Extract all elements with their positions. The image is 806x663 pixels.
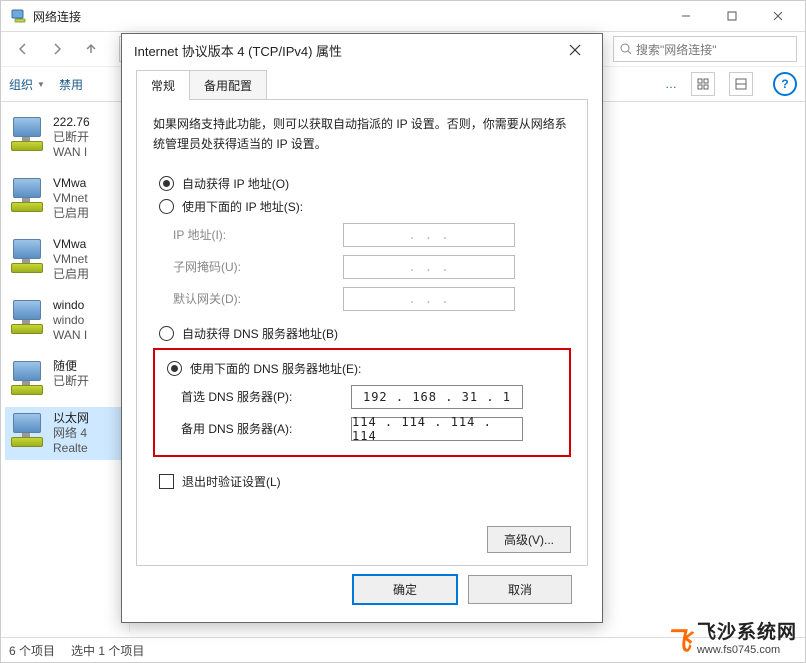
- watermark: 飞 飞沙系统网 www.fs0745.com: [665, 621, 797, 658]
- ok-button[interactable]: 确定: [352, 574, 458, 605]
- maximize-icon: [727, 11, 737, 21]
- close-icon: [773, 11, 783, 21]
- details-icon: [735, 78, 747, 90]
- item-count: 6 个项目: [9, 642, 55, 659]
- search-placeholder: 搜索"网络连接": [636, 41, 717, 58]
- view-button-1[interactable]: [691, 72, 715, 96]
- list-item[interactable]: VMwaVMnet已启用: [5, 172, 125, 225]
- network-connections-window: 网络连接 搜索"网络连接" 组织▼ 禁用 … ? 222.76已断开WAN I …: [0, 0, 806, 663]
- ip-address-label: IP 地址(I):: [173, 226, 333, 243]
- gateway-input: . . .: [343, 287, 515, 311]
- adapter-icon: [7, 115, 47, 151]
- adapter-icon: [7, 176, 47, 212]
- subnet-mask-input: . . .: [343, 255, 515, 279]
- close-button[interactable]: [755, 1, 801, 31]
- dns-fields: 首选 DNS 服务器(P): 192 . 168 . 31 . 1 备用 DNS …: [181, 385, 563, 441]
- overflow-label: …: [665, 77, 677, 91]
- checkbox-icon: [159, 474, 174, 489]
- watermark-logo-icon: 飞: [665, 621, 691, 658]
- tab-alternate[interactable]: 备用配置: [189, 70, 267, 100]
- tab-strip: 常规 备用配置: [136, 70, 588, 100]
- list-item[interactable]: windowindoWAN I: [5, 294, 125, 347]
- search-box[interactable]: 搜索"网络连接": [613, 36, 797, 62]
- forward-button[interactable]: [43, 35, 71, 63]
- arrow-left-icon: [15, 41, 31, 57]
- advanced-button[interactable]: 高级(V)...: [487, 526, 571, 553]
- arrow-up-icon: [83, 41, 99, 57]
- minimize-button[interactable]: [663, 1, 709, 31]
- list-item[interactable]: 222.76已断开WAN I: [5, 111, 125, 164]
- dns-highlight-box: 使用下面的 DNS 服务器地址(E): 首选 DNS 服务器(P): 192 . …: [153, 348, 571, 457]
- up-button[interactable]: [77, 35, 105, 63]
- radio-icon: [167, 361, 182, 376]
- view-icon: [697, 78, 709, 90]
- help-button[interactable]: ?: [773, 72, 797, 96]
- maximize-button[interactable]: [709, 1, 755, 31]
- connection-list: 222.76已断开WAN I VMwaVMnet已启用 VMwaVMnet已启用…: [1, 101, 129, 632]
- preferred-dns-input[interactable]: 192 . 168 . 31 . 1: [351, 385, 523, 409]
- radio-icon: [159, 326, 174, 341]
- gateway-label: 默认网关(D):: [173, 290, 333, 307]
- back-button[interactable]: [9, 35, 37, 63]
- adapter-icon: [7, 298, 47, 334]
- organize-menu[interactable]: 组织▼: [9, 76, 45, 93]
- dialog-close-button[interactable]: [560, 35, 590, 65]
- close-icon: [569, 44, 581, 56]
- radio-icon: [159, 199, 174, 214]
- validate-on-exit-checkbox[interactable]: 退出时验证设置(L): [159, 473, 571, 490]
- watermark-url: www.fs0745.com: [697, 644, 797, 656]
- radio-ip-auto[interactable]: 自动获得 IP 地址(O): [159, 175, 571, 192]
- window-title: 网络连接: [33, 8, 81, 25]
- arrow-right-icon: [49, 41, 65, 57]
- watermark-brand: 飞沙系统网: [697, 623, 797, 644]
- radio-dns-auto[interactable]: 自动获得 DNS 服务器地址(B): [159, 325, 571, 342]
- cancel-button[interactable]: 取消: [468, 575, 572, 604]
- adapter-icon: [7, 237, 47, 273]
- app-icon: [11, 8, 27, 24]
- list-item[interactable]: VMwaVMnet已启用: [5, 233, 125, 286]
- adapter-icon: [7, 411, 47, 447]
- radio-ip-manual[interactable]: 使用下面的 IP 地址(S):: [159, 198, 571, 215]
- ip-address-input: . . .: [343, 223, 515, 247]
- ipv4-properties-dialog: Internet 协议版本 4 (TCP/IPv4) 属性 常规 备用配置 如果…: [121, 33, 603, 623]
- alternate-dns-input[interactable]: 114 . 114 . 114 . 114: [351, 417, 523, 441]
- minimize-icon: [681, 11, 691, 21]
- alternate-dns-label: 备用 DNS 服务器(A):: [181, 420, 341, 437]
- selection-count: 选中 1 个项目: [71, 642, 144, 659]
- subnet-mask-label: 子网掩码(U):: [173, 258, 333, 275]
- dialog-body: 常规 备用配置 如果网络支持此功能，则可以获取自动指派的 IP 设置。否则，你需…: [122, 66, 602, 622]
- titlebar: 网络连接: [1, 1, 805, 31]
- disable-command[interactable]: 禁用: [59, 76, 83, 93]
- list-item[interactable]: 随便已断开: [5, 355, 125, 399]
- view-button-2[interactable]: [729, 72, 753, 96]
- radio-icon: [159, 176, 174, 191]
- tab-panel-general: 如果网络支持此功能，则可以获取自动指派的 IP 设置。否则，你需要从网络系统管理…: [136, 99, 588, 566]
- description-text: 如果网络支持此功能，则可以获取自动指派的 IP 设置。否则，你需要从网络系统管理…: [153, 114, 571, 155]
- ip-fields: IP 地址(I): . . . 子网掩码(U): . . . 默认网关(D): . .…: [173, 223, 571, 311]
- adapter-icon: [7, 359, 47, 395]
- dialog-footer: 确定 取消: [136, 566, 588, 612]
- radio-dns-manual[interactable]: 使用下面的 DNS 服务器地址(E):: [167, 360, 563, 377]
- dialog-titlebar: Internet 协议版本 4 (TCP/IPv4) 属性: [122, 34, 602, 66]
- preferred-dns-label: 首选 DNS 服务器(P):: [181, 388, 341, 405]
- list-item[interactable]: 以太网网络 4Realte: [5, 407, 125, 460]
- tab-general[interactable]: 常规: [136, 70, 190, 100]
- search-icon: [620, 43, 632, 55]
- dialog-title: Internet 协议版本 4 (TCP/IPv4) 属性: [134, 41, 342, 60]
- chevron-down-icon: ▼: [37, 80, 45, 89]
